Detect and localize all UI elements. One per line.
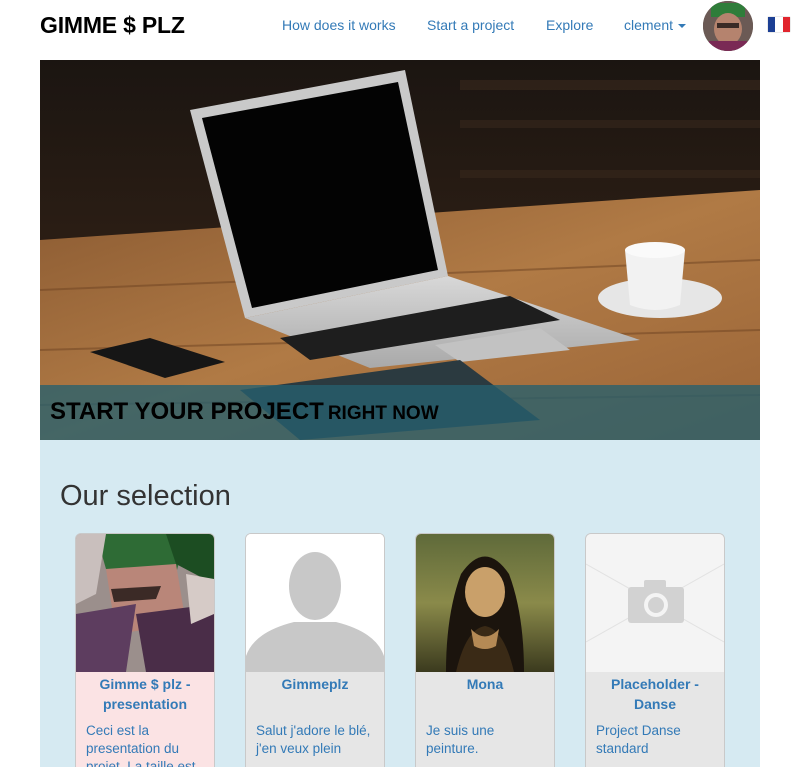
project-thumbnail[interactable] <box>246 534 384 672</box>
hero-title-sub: RIGHT NOW <box>327 403 439 424</box>
project-description: Je suis une peinture. <box>426 723 495 756</box>
user-menu-dropdown[interactable]: clement <box>624 17 687 33</box>
caret-down-icon <box>678 24 687 28</box>
selection-section: Our selection Gimme $ plz - presentation… <box>40 440 760 767</box>
project-thumbnail[interactable] <box>76 534 214 672</box>
camera-placeholder-icon <box>586 534 724 672</box>
project-card[interactable]: Gimmeplz Salut j'adore le blé, j'en veux… <box>245 533 385 767</box>
user-silhouette-icon <box>246 534 384 672</box>
hero-banner: START YOUR PROJECT RIGHT NOW <box>40 60 760 440</box>
nav-link-how-it-works[interactable]: How does it works <box>282 17 396 33</box>
navbar: GIMME $ PLZ How does it works Start a pr… <box>0 0 803 52</box>
project-thumbnail[interactable] <box>586 534 724 672</box>
brand-logo[interactable]: GIMME $ PLZ <box>40 12 185 39</box>
project-card[interactable]: Placeholder - Danse Project Danse standa… <box>585 533 725 767</box>
language-flag-fr-icon[interactable] <box>768 17 790 32</box>
project-description: Project Danse standard <box>596 723 681 756</box>
avatar[interactable] <box>703 1 753 51</box>
hero-caption-band: START YOUR PROJECT RIGHT NOW <box>40 385 760 440</box>
project-description: Ceci est la presentation du projet. La t… <box>86 723 196 767</box>
section-title: Our selection <box>60 480 231 512</box>
hero-title: START YOUR PROJECT RIGHT NOW <box>50 398 439 426</box>
hero-laptop-image <box>40 60 760 440</box>
project-thumbnail[interactable] <box>416 534 554 672</box>
project-description: Salut j'adore le blé, j'en veux plein <box>256 723 371 756</box>
project-title[interactable]: Mona <box>416 674 554 694</box>
project-title[interactable]: Placeholder - Danse <box>586 674 724 714</box>
hero-title-main: START YOUR PROJECT <box>50 398 324 425</box>
user-menu-label: clement <box>624 17 674 33</box>
project-title[interactable]: Gimme $ plz - presentation <box>76 674 214 714</box>
project-title[interactable]: Gimmeplz <box>246 674 384 694</box>
project-card[interactable]: Gimme $ plz - presentation Ceci est la p… <box>75 533 215 767</box>
project-card[interactable]: Mona Je suis une peinture. <box>415 533 555 767</box>
nav-link-explore[interactable]: Explore <box>546 17 593 33</box>
nav-link-start-project[interactable]: Start a project <box>427 17 514 33</box>
